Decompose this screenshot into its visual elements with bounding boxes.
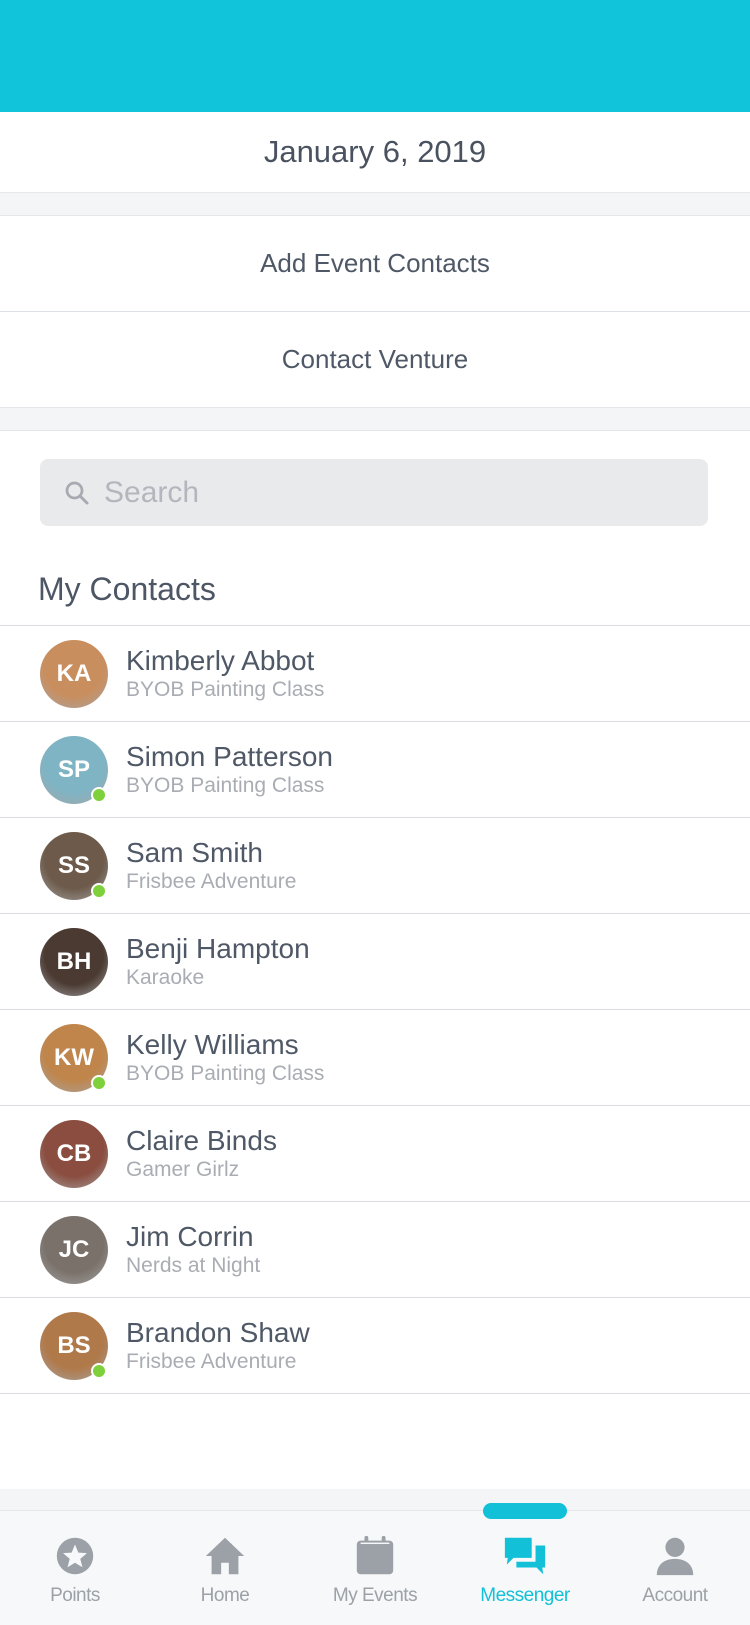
tab-label: My Events — [332, 1585, 418, 1606]
contact-event: Gamer Girlz — [126, 1157, 240, 1181]
contact-event: Nerds at Night — [126, 1253, 261, 1277]
tab-account[interactable]: Account — [600, 1511, 750, 1625]
avatar-wrapper: JC — [40, 1215, 108, 1284]
contact-name: Simon Patterson — [126, 740, 333, 772]
action-group: Add Event Contacts Contact Venture — [0, 215, 750, 408]
contact-text: Kimberly Abbot BYOB Painting Class — [126, 645, 324, 703]
contact-text: Claire Binds Gamer Girlz — [126, 1125, 277, 1183]
star-badge-icon — [56, 1537, 94, 1575]
avatar: KA — [40, 639, 108, 708]
online-status-dot — [91, 1074, 107, 1091]
online-status-dot — [91, 1362, 107, 1379]
date-header: January 6, 2019 — [0, 112, 750, 193]
contact-text: Jim Corrin Nerds at Night — [126, 1221, 260, 1279]
contact-name: Brandon Shaw — [126, 1316, 310, 1348]
person-icon — [656, 1537, 694, 1576]
tab-label: Messenger — [480, 1585, 570, 1606]
contact-event: Karaoke — [126, 965, 205, 989]
tab-label: Home — [200, 1585, 250, 1606]
contact-row[interactable]: JC Jim Corrin Nerds at Night — [0, 1202, 750, 1298]
avatar: CB — [40, 1119, 108, 1188]
contact-event: BYOB Painting Class — [126, 677, 325, 701]
contact-name: Jim Corrin — [126, 1220, 254, 1252]
contact-text: Kelly Williams BYOB Painting Class — [126, 1029, 324, 1087]
contact-event: Frisbee Adventure — [126, 1349, 297, 1373]
contact-event: BYOB Painting Class — [126, 773, 325, 797]
search-icon — [65, 481, 89, 504]
tab-home[interactable]: Home — [150, 1511, 300, 1625]
contact-row[interactable]: SS Sam Smith Frisbee Adventure — [0, 818, 750, 914]
contact-row[interactable]: BS Brandon Shaw Frisbee Adventure — [0, 1298, 750, 1394]
search-bar[interactable] — [40, 459, 708, 526]
avatar-wrapper: KA — [40, 639, 108, 708]
chat-bubbles-icon — [504, 1537, 546, 1575]
avatar-wrapper: BS — [40, 1311, 108, 1380]
tab-label: Points — [50, 1585, 100, 1606]
contact-row[interactable]: CB Claire Binds Gamer Girlz — [0, 1106, 750, 1202]
active-tab-indicator — [483, 1503, 567, 1519]
calendar-icon — [356, 1535, 394, 1575]
contact-text: Simon Patterson BYOB Painting Class — [126, 741, 333, 799]
avatar-wrapper: CB — [40, 1119, 108, 1188]
contact-text: Sam Smith Frisbee Adventure — [126, 837, 296, 895]
contact-name: Benji Hampton — [126, 932, 310, 964]
contact-name: Kelly Williams — [126, 1028, 299, 1060]
online-status-dot — [91, 786, 107, 803]
contact-event: Frisbee Adventure — [126, 869, 297, 893]
avatar-wrapper: BH — [40, 927, 108, 996]
avatar-wrapper: SS — [40, 831, 108, 900]
contact-row[interactable]: KW Kelly Williams BYOB Painting Class — [0, 1010, 750, 1106]
tab-points[interactable]: Points — [0, 1511, 150, 1625]
contact-row[interactable]: BH Benji Hampton Karaoke — [0, 914, 750, 1010]
tab-my-events[interactable]: My Events — [300, 1511, 450, 1625]
add-event-contacts-button[interactable]: Add Event Contacts — [0, 216, 750, 311]
avatar: BH — [40, 927, 108, 996]
contact-text: Brandon Shaw Frisbee Adventure — [126, 1317, 310, 1375]
online-status-dot — [91, 882, 107, 899]
contact-name: Claire Binds — [126, 1124, 277, 1156]
contact-event: BYOB Painting Class — [126, 1061, 325, 1085]
contact-venture-button[interactable]: Contact Venture — [0, 311, 750, 407]
contact-name: Kimberly Abbot — [126, 644, 315, 676]
my-contacts-heading: My Contacts — [38, 571, 216, 607]
tab-messenger[interactable]: Messenger — [450, 1503, 600, 1625]
contact-list: KA Kimberly Abbot BYOB Painting Class SP Sim… — [0, 625, 750, 1394]
tab-label: Account — [642, 1585, 708, 1606]
avatar-wrapper: KW — [40, 1023, 108, 1092]
avatar: JC — [40, 1215, 108, 1284]
header-band — [0, 0, 750, 112]
contact-row[interactable]: KA Kimberly Abbot BYOB Painting Class — [0, 626, 750, 722]
search-input[interactable] — [102, 474, 708, 511]
contact-text: Benji Hampton Karaoke — [126, 933, 310, 991]
contact-row[interactable]: SP Simon Patterson BYOB Painting Class — [0, 722, 750, 818]
home-icon — [205, 1537, 245, 1575]
contacts-panel: My Contacts KAKimberly AbbotBYOB Paintin… — [0, 430, 750, 1489]
tab-bar: Points Home My Events Messenger Account — [0, 1503, 750, 1625]
avatar-wrapper: SP — [40, 735, 108, 804]
contact-name: Sam Smith — [126, 836, 263, 868]
